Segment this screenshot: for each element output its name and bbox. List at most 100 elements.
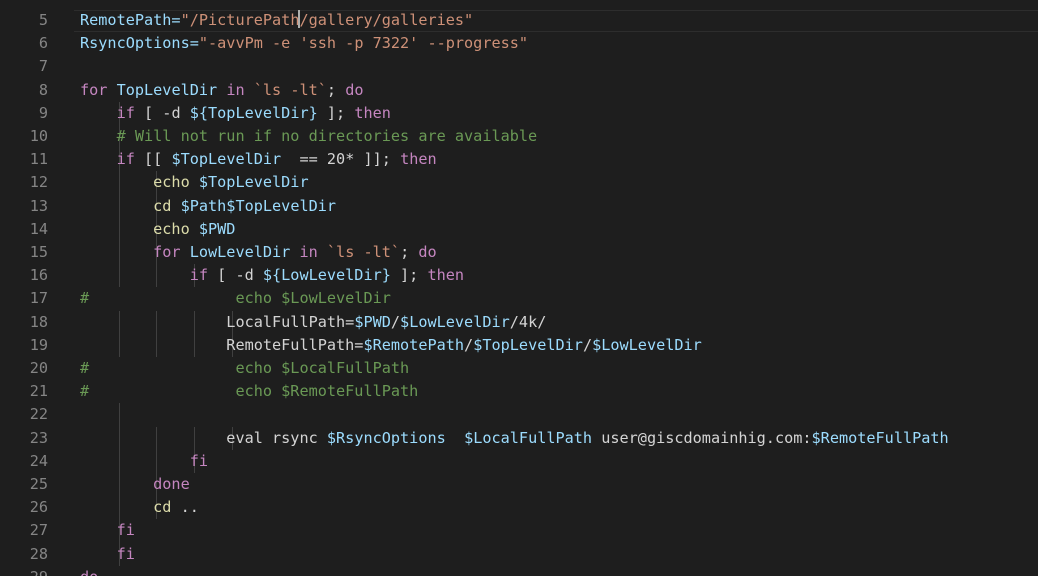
code-line[interactable]: 22	[0, 403, 1038, 427]
line-number: 9	[38, 103, 48, 122]
code-line[interactable]: 16 if [ -d ${LowLevelDir} ]; then	[0, 264, 1038, 288]
code-text: RemoteFullPath=$RemotePath/$TopLevelDir/…	[80, 334, 702, 357]
code-line[interactable]: 11 if [[ $TopLevelDir == 20* ]]; then	[0, 148, 1038, 172]
code-text: do	[80, 566, 98, 576]
code-text: echo $PWD	[80, 218, 235, 241]
line-number: 10	[29, 127, 48, 145]
code-line[interactable]: 10 # Will not run if no directories are …	[0, 125, 1038, 149]
code-text: # Will not run if no directories are ava…	[80, 125, 538, 148]
code-line[interactable]: 29 do	[0, 566, 1038, 576]
code-token: fi	[80, 544, 135, 563]
code-line[interactable]: 15 for LowLevelDir in `ls -lt`; do	[0, 241, 1038, 265]
code-line[interactable]: 8 for TopLevelDir in `ls -lt`; do	[0, 79, 1038, 102]
code-line[interactable]: 14 echo $PWD	[0, 217, 1038, 241]
code-line[interactable]: 12 echo $TopLevelDir	[0, 171, 1038, 195]
code-token: eval rsync	[80, 428, 327, 447]
code-line[interactable]: 26 cd ..	[0, 496, 1038, 520]
code-token: $RsyncOptions	[326, 428, 446, 447]
line-number: 26	[29, 498, 48, 517]
code-line[interactable]: 6 RsyncOptions="-avvPm -e 'ssh -p 7322' -…	[0, 32, 1038, 55]
code-token: done	[80, 475, 190, 493]
code-token: TopLevelDir	[116, 80, 227, 99]
code-line[interactable]: 20 # echo $LocalFullPath	[0, 357, 1038, 380]
code-token: user@giscdomainhig.com:	[592, 428, 812, 447]
code-text: if [ -d ${LowLevelDir} ]; then	[80, 264, 464, 287]
line-number: 22	[29, 405, 48, 424]
code-token: RemoteFullPath=	[80, 335, 364, 354]
code-token: "-avvPm -e 'ssh -p 7322' --progress"	[198, 34, 529, 53]
line-number: 14	[29, 219, 48, 238]
code-token: `ls -lt`	[326, 243, 401, 261]
code-token: [ -d	[217, 266, 263, 285]
code-token: $PWD	[198, 219, 236, 238]
code-token: * ]];	[345, 150, 401, 169]
code-line[interactable]: 27 fi	[0, 519, 1038, 543]
code-token: ];	[390, 266, 428, 285]
code-token: ==	[281, 150, 327, 169]
code-line[interactable]: 7	[0, 55, 1038, 78]
code-token: [ -d	[144, 103, 190, 122]
code-text: if [[ $TopLevelDir == 20* ]]; then	[80, 148, 437, 171]
code-token: do	[345, 80, 364, 99]
line-number: 23	[29, 428, 48, 447]
line-number: 6	[38, 34, 48, 53]
code-text: # echo $LowLevelDir	[80, 287, 391, 310]
code-line[interactable]: 13 cd $Path$TopLevelDir	[0, 194, 1038, 218]
code-line[interactable]: 18 LocalFullPath=$PWD/$LowLevelDir/4k/	[0, 310, 1038, 334]
code-text: # echo $RemoteFullPath	[80, 380, 418, 403]
code-line[interactable]: 5 RemotePath="/PicturePath/gallery/galler…	[0, 9, 1038, 32]
code-line[interactable]: 19 RemoteFullPath=$RemotePath/$TopLevelD…	[0, 333, 1038, 357]
code-text: RemotePath="/PicturePath/gallery/galleri…	[80, 9, 473, 32]
code-text: done	[80, 473, 190, 496]
code-line[interactable]: 23 eval rsync $RsyncOptions $LocalFullPa…	[0, 426, 1038, 450]
code-token: if	[80, 150, 145, 169]
code-token: $RemotePath	[363, 335, 465, 354]
line-number: 20	[29, 359, 48, 377]
code-token: RsyncOptions=	[80, 34, 199, 53]
code-token: cd	[80, 196, 181, 215]
code-token: 20	[326, 150, 346, 169]
line-number: 24	[29, 451, 48, 470]
code-token: $TopLevelDir	[198, 173, 309, 192]
code-text: eval rsync $RsyncOptions $LocalFullPath …	[80, 427, 948, 450]
line-number: 18	[29, 312, 48, 331]
code-text: # echo $LocalFullPath	[80, 357, 409, 380]
line-number: 16	[29, 266, 48, 285]
code-line[interactable]: 21 # echo $RemoteFullPath	[0, 380, 1038, 403]
code-token: if	[80, 266, 218, 285]
code-token: do	[418, 243, 437, 261]
code-token: [[	[144, 150, 172, 169]
code-token: then	[354, 103, 391, 122]
code-token: in	[299, 243, 327, 261]
line-number: 15	[29, 243, 48, 261]
code-token: ${LowLevelDir}	[262, 266, 391, 285]
code-token: $TopLevelDir	[473, 335, 583, 354]
code-token: $LowLevelDir	[592, 335, 702, 354]
line-number: 17	[29, 289, 48, 308]
code-token: for	[80, 243, 190, 261]
line-number: 11	[29, 150, 48, 169]
code-token: echo	[80, 173, 199, 192]
code-token: /gallery/galleries"	[299, 11, 474, 29]
code-token: # echo $RemoteFullPath	[80, 382, 419, 401]
line-number: 25	[29, 475, 48, 493]
line-number: 27	[29, 521, 48, 540]
code-line[interactable]: 17 # echo $LowLevelDir	[0, 287, 1038, 310]
code-line[interactable]: 25 done	[0, 473, 1038, 497]
code-token: then	[427, 266, 465, 285]
code-token: LocalFullPath=	[80, 312, 355, 331]
code-token: ${TopLevelDir}	[189, 103, 318, 122]
code-token: LowLevelDir	[189, 243, 300, 261]
code-token: # echo $LowLevelDir	[80, 289, 391, 308]
line-number: 28	[29, 544, 48, 563]
code-token: `ls -lt`	[253, 80, 327, 99]
code-token: ..	[180, 498, 199, 517]
code-line[interactable]: 9 if [ -d ${TopLevelDir} ]; then	[0, 101, 1038, 125]
code-token: $LowLevelDir	[400, 312, 510, 331]
code-editor[interactable]: 5 RemotePath="/PicturePath/gallery/galler…	[0, 0, 1038, 576]
code-token: fi	[80, 521, 135, 540]
code-text: fi	[80, 543, 135, 566]
code-line[interactable]: 24 fi	[0, 449, 1038, 473]
code-line[interactable]: 28 fi	[0, 542, 1038, 566]
